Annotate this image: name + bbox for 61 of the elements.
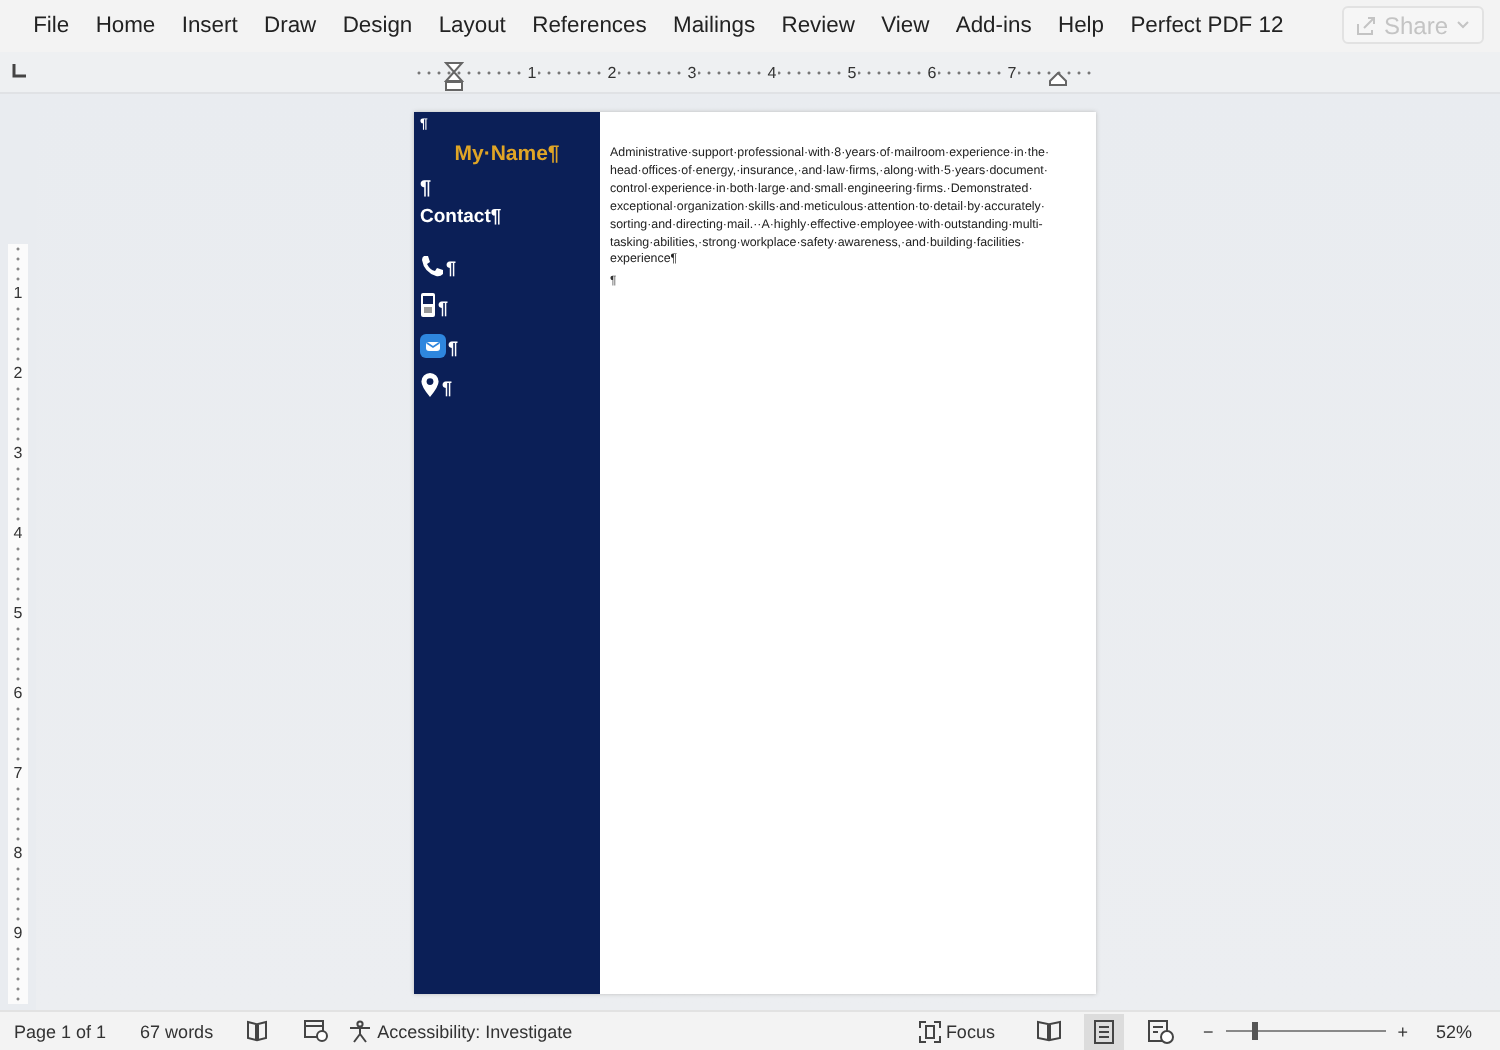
ruler-number: 6 (925, 64, 939, 82)
focus-icon[interactable] (917, 1019, 942, 1043)
ruler-number: 7 (1005, 64, 1019, 82)
ruler-number: 2 (13, 364, 23, 384)
macro-recorder-icon[interactable] (303, 1020, 328, 1042)
ruler-number: 5 (13, 604, 23, 624)
book-check-icon[interactable] (245, 1020, 268, 1042)
zoom-level[interactable]: 52% (1435, 1021, 1472, 1041)
menu-tab[interactable]: References (519, 14, 660, 38)
zoom-out-button[interactable]: − (1202, 1021, 1214, 1041)
ruler-number: 6 (13, 684, 23, 704)
ruler-number: 9 (13, 924, 23, 944)
vertical-ruler[interactable]: 1 2 3 4 5 6 7 8 9 (8, 244, 28, 1004)
email-icon (420, 334, 446, 358)
paragraph-mark: ¶ (448, 338, 459, 358)
menu-tab[interactable]: Design (329, 14, 426, 38)
web-page-icon (1147, 1019, 1174, 1043)
ruler-number: 3 (685, 64, 699, 82)
menu-tab[interactable]: Perfect PDF 12 (1117, 14, 1297, 38)
caret-icon (1456, 20, 1470, 30)
ruler-number: 4 (765, 64, 779, 82)
menu-tab[interactable]: Layout (425, 14, 520, 38)
menu-tab[interactable]: Mailings (659, 14, 769, 38)
menu-tab[interactable]: View (868, 14, 943, 38)
accessibility-status[interactable]: Accessibility: Investigate (377, 1021, 573, 1041)
menu-tab[interactable]: Insert (168, 14, 251, 38)
ruler-number: 3 (13, 444, 23, 464)
menu-tab[interactable]: Review (768, 14, 869, 38)
page-icon (1094, 1019, 1115, 1043)
menu-tab[interactable]: Home (82, 14, 169, 38)
word-count[interactable]: 67 words (140, 1021, 214, 1041)
menu-tab[interactable]: File (20, 14, 83, 38)
name-heading: My·Name¶ (452, 142, 562, 166)
ruler-number: 7 (13, 764, 23, 784)
paragraph-mark: ¶ (420, 178, 434, 202)
ruler-number: 8 (13, 844, 23, 864)
paragraph-mark: ¶ (442, 378, 453, 398)
right-indent-marker-icon[interactable] (1048, 72, 1068, 86)
view-button[interactable] (1084, 1013, 1125, 1049)
menu-tab[interactable]: Help (1044, 14, 1118, 38)
ruler-number: 5 (845, 64, 859, 82)
menu-tab[interactable]: Add-ins (942, 14, 1045, 38)
mobile-phone-icon (420, 292, 436, 318)
ruler-number: 4 (13, 524, 23, 544)
indent-marker-icon[interactable] (444, 62, 464, 92)
location-pin-icon (420, 372, 440, 398)
contact-heading: Contact¶ (420, 206, 504, 228)
page-count[interactable]: Page 1 of 1 (14, 1021, 107, 1041)
share-icon (1355, 15, 1376, 35)
zoom-in-button[interactable]: + (1397, 1021, 1408, 1041)
ruler-number: 1 (13, 284, 23, 304)
paragraph-mark: ¶ (438, 298, 449, 318)
paragraph-mark: ¶ (446, 258, 457, 278)
ruler-number: 1 (525, 64, 539, 82)
tab-stop-icon[interactable] (12, 64, 26, 78)
accessibility-icon[interactable] (347, 1019, 372, 1043)
book-icon (1035, 1020, 1062, 1042)
ruler-number: 2 (605, 64, 619, 82)
phone-icon (420, 254, 444, 278)
focus-button[interactable]: Focus (945, 1021, 995, 1041)
menu-tab[interactable]: Draw (250, 14, 330, 38)
